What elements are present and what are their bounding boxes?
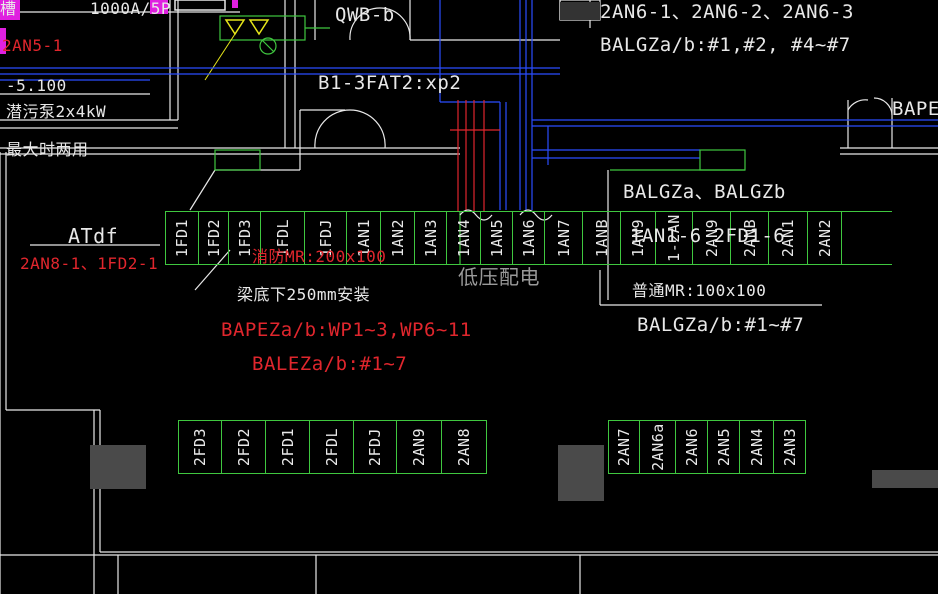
panel-cell-label: 2AN4	[747, 427, 766, 467]
panel-cell-2fdl[interactable]: 2FDL	[310, 421, 354, 473]
breaker-rating-label: 1000A/5P	[90, 0, 172, 18]
blue-conduits	[0, 0, 938, 210]
luminaire-symbols	[224, 19, 270, 36]
panel-cell-label: 2FDL	[322, 427, 341, 467]
low-voltage-room-label: 低压配电	[458, 265, 540, 289]
panel-ref-label: B1-3FAT2:xp2	[318, 72, 462, 94]
bottom-left-switchboard-strip: 2FD3 2FD2 2FD1 2FDL 2FDJ 2AN9 2AN8	[178, 420, 487, 474]
panel-cell-1an3[interactable]: 1AN3	[415, 212, 447, 264]
panel-cell-label: 1ANB	[592, 218, 611, 258]
tank-label: 槽	[0, 0, 17, 18]
panel-cell-2an5[interactable]: 2AN5	[708, 421, 740, 473]
panel-cell-2an6a[interactable]: 2AN6a	[640, 421, 676, 473]
panel-cell-label: 2AN8	[455, 427, 473, 467]
panel-cell-label: 2FD3	[191, 427, 209, 467]
qwb-label: QWB-b	[335, 4, 395, 26]
panel-cell-1an4[interactable]: 1AN4	[447, 212, 481, 264]
balgz-all-label: BALGZa/b:#1~#7	[637, 314, 805, 336]
panel-cell-2an2[interactable]: 2AN2	[808, 212, 842, 264]
panel-cell-label: 1AN4	[454, 218, 473, 258]
fire-tray-label: 消防MR:200x100	[252, 247, 387, 266]
panel-cell-label: 1AN5	[487, 218, 506, 258]
panel-cell-1fd1[interactable]: 1FD1	[165, 212, 199, 264]
wall-lines	[0, 0, 938, 594]
panel-cell-label: 2AN2	[815, 218, 834, 258]
panel-cell-2an7[interactable]: 2AN7	[608, 421, 640, 473]
panel-cell-2fd2[interactable]: 2FD2	[222, 421, 266, 473]
panel-cell-1an5[interactable]: 1AN5	[481, 212, 513, 264]
panel-cell-1an7[interactable]: 1AN7	[545, 212, 583, 264]
panel-cell-label: 1FD1	[173, 218, 191, 258]
balgz-ab-label: BALGZa、BALGZb	[623, 181, 786, 203]
top-circuits-label: 2AN6-1、2AN6-2、2AN6-3	[600, 1, 854, 23]
panel-cell-label: 2FD2	[234, 427, 253, 467]
panel-cell-label: 2AN6	[682, 427, 701, 467]
gray-block	[872, 470, 938, 488]
atdf-circuits-label: 2AN8-1、1FD2-1	[20, 254, 159, 273]
panel-cell-label: 1AN6	[519, 218, 538, 258]
panel-cell-label: 2AN3	[780, 427, 799, 467]
panel-cell-label: 2AN5	[714, 427, 733, 467]
beam-mount-label: 梁底下250mm安装	[237, 285, 371, 304]
pump-usage-label: 最大时两用	[6, 140, 89, 159]
panel-cell-1an6[interactable]: 1AN6	[513, 212, 545, 264]
panel-cell-label: 2FDJ	[366, 427, 384, 467]
pump-label: 潜污泵2x4kW	[6, 102, 107, 121]
panel-cell-label: 1FD3	[235, 218, 254, 258]
drawing-linework	[0, 0, 938, 594]
bapez-label: BAPEZa/b:WP1~3,WP6~11	[221, 319, 472, 341]
panel-cell-label: 1AN7	[554, 218, 573, 258]
panel-cell-1anb[interactable]: 1ANB	[583, 212, 621, 264]
panel-cell-2an4[interactable]: 2AN4	[740, 421, 774, 473]
gray-block	[90, 445, 146, 489]
panel-cell-2an8[interactable]: 2AN8	[442, 421, 487, 473]
panel-cell-2an3[interactable]: 2AN3	[774, 421, 806, 473]
panel-cell-label: 2AN9	[410, 427, 428, 467]
panel-cell-2an6[interactable]: 2AN6	[676, 421, 708, 473]
gray-block	[558, 445, 604, 501]
panel-cell-label: 1FD2	[204, 218, 223, 258]
panel-cell-label: 2AN6a	[648, 423, 667, 471]
bape-label: BAPE	[892, 98, 938, 120]
panel-cell-2fdj[interactable]: 2FDJ	[354, 421, 397, 473]
panel-cell-label: 1AN2	[388, 218, 407, 258]
gray-block	[560, 2, 600, 20]
cad-drawing-canvas[interactable]: 1FD1 1FD2 1FD3 1FDL 1FDJ 1AN1 1AN2 1AN3 1AN4 1AN5…	[0, 0, 938, 594]
an5-label: 2AN5-1	[2, 36, 63, 55]
atdf-label: ATdf	[68, 224, 119, 248]
balez-label: BALEZa/b:#1~7	[252, 353, 408, 375]
bottom-right-switchboard-strip: 2AN7 2AN6a 2AN6 2AN5 2AN4 2AN3	[608, 420, 806, 474]
panel-cell-1fd2[interactable]: 1FD2	[199, 212, 229, 264]
ordinary-tray-label: 普通MR:100x100	[632, 281, 767, 300]
elevation-label: -5.100	[6, 76, 67, 95]
panel-cell-label: 2AN7	[615, 427, 633, 467]
panel-cell-2an9[interactable]: 2AN9	[397, 421, 442, 473]
panel-cell-2fd3[interactable]: 2FD3	[178, 421, 222, 473]
circuit-range-label: 1AN1-6 2FD1-6	[630, 225, 786, 247]
panel-cell-2fd1[interactable]: 2FD1	[266, 421, 310, 473]
panel-cell-label: 1AN3	[421, 218, 440, 258]
red-conduits	[450, 100, 500, 212]
panel-cell-label: 2FD1	[278, 427, 297, 467]
top-lighting-circuits-label: BALGZa/b:#1,#2, #4~#7	[600, 34, 851, 56]
